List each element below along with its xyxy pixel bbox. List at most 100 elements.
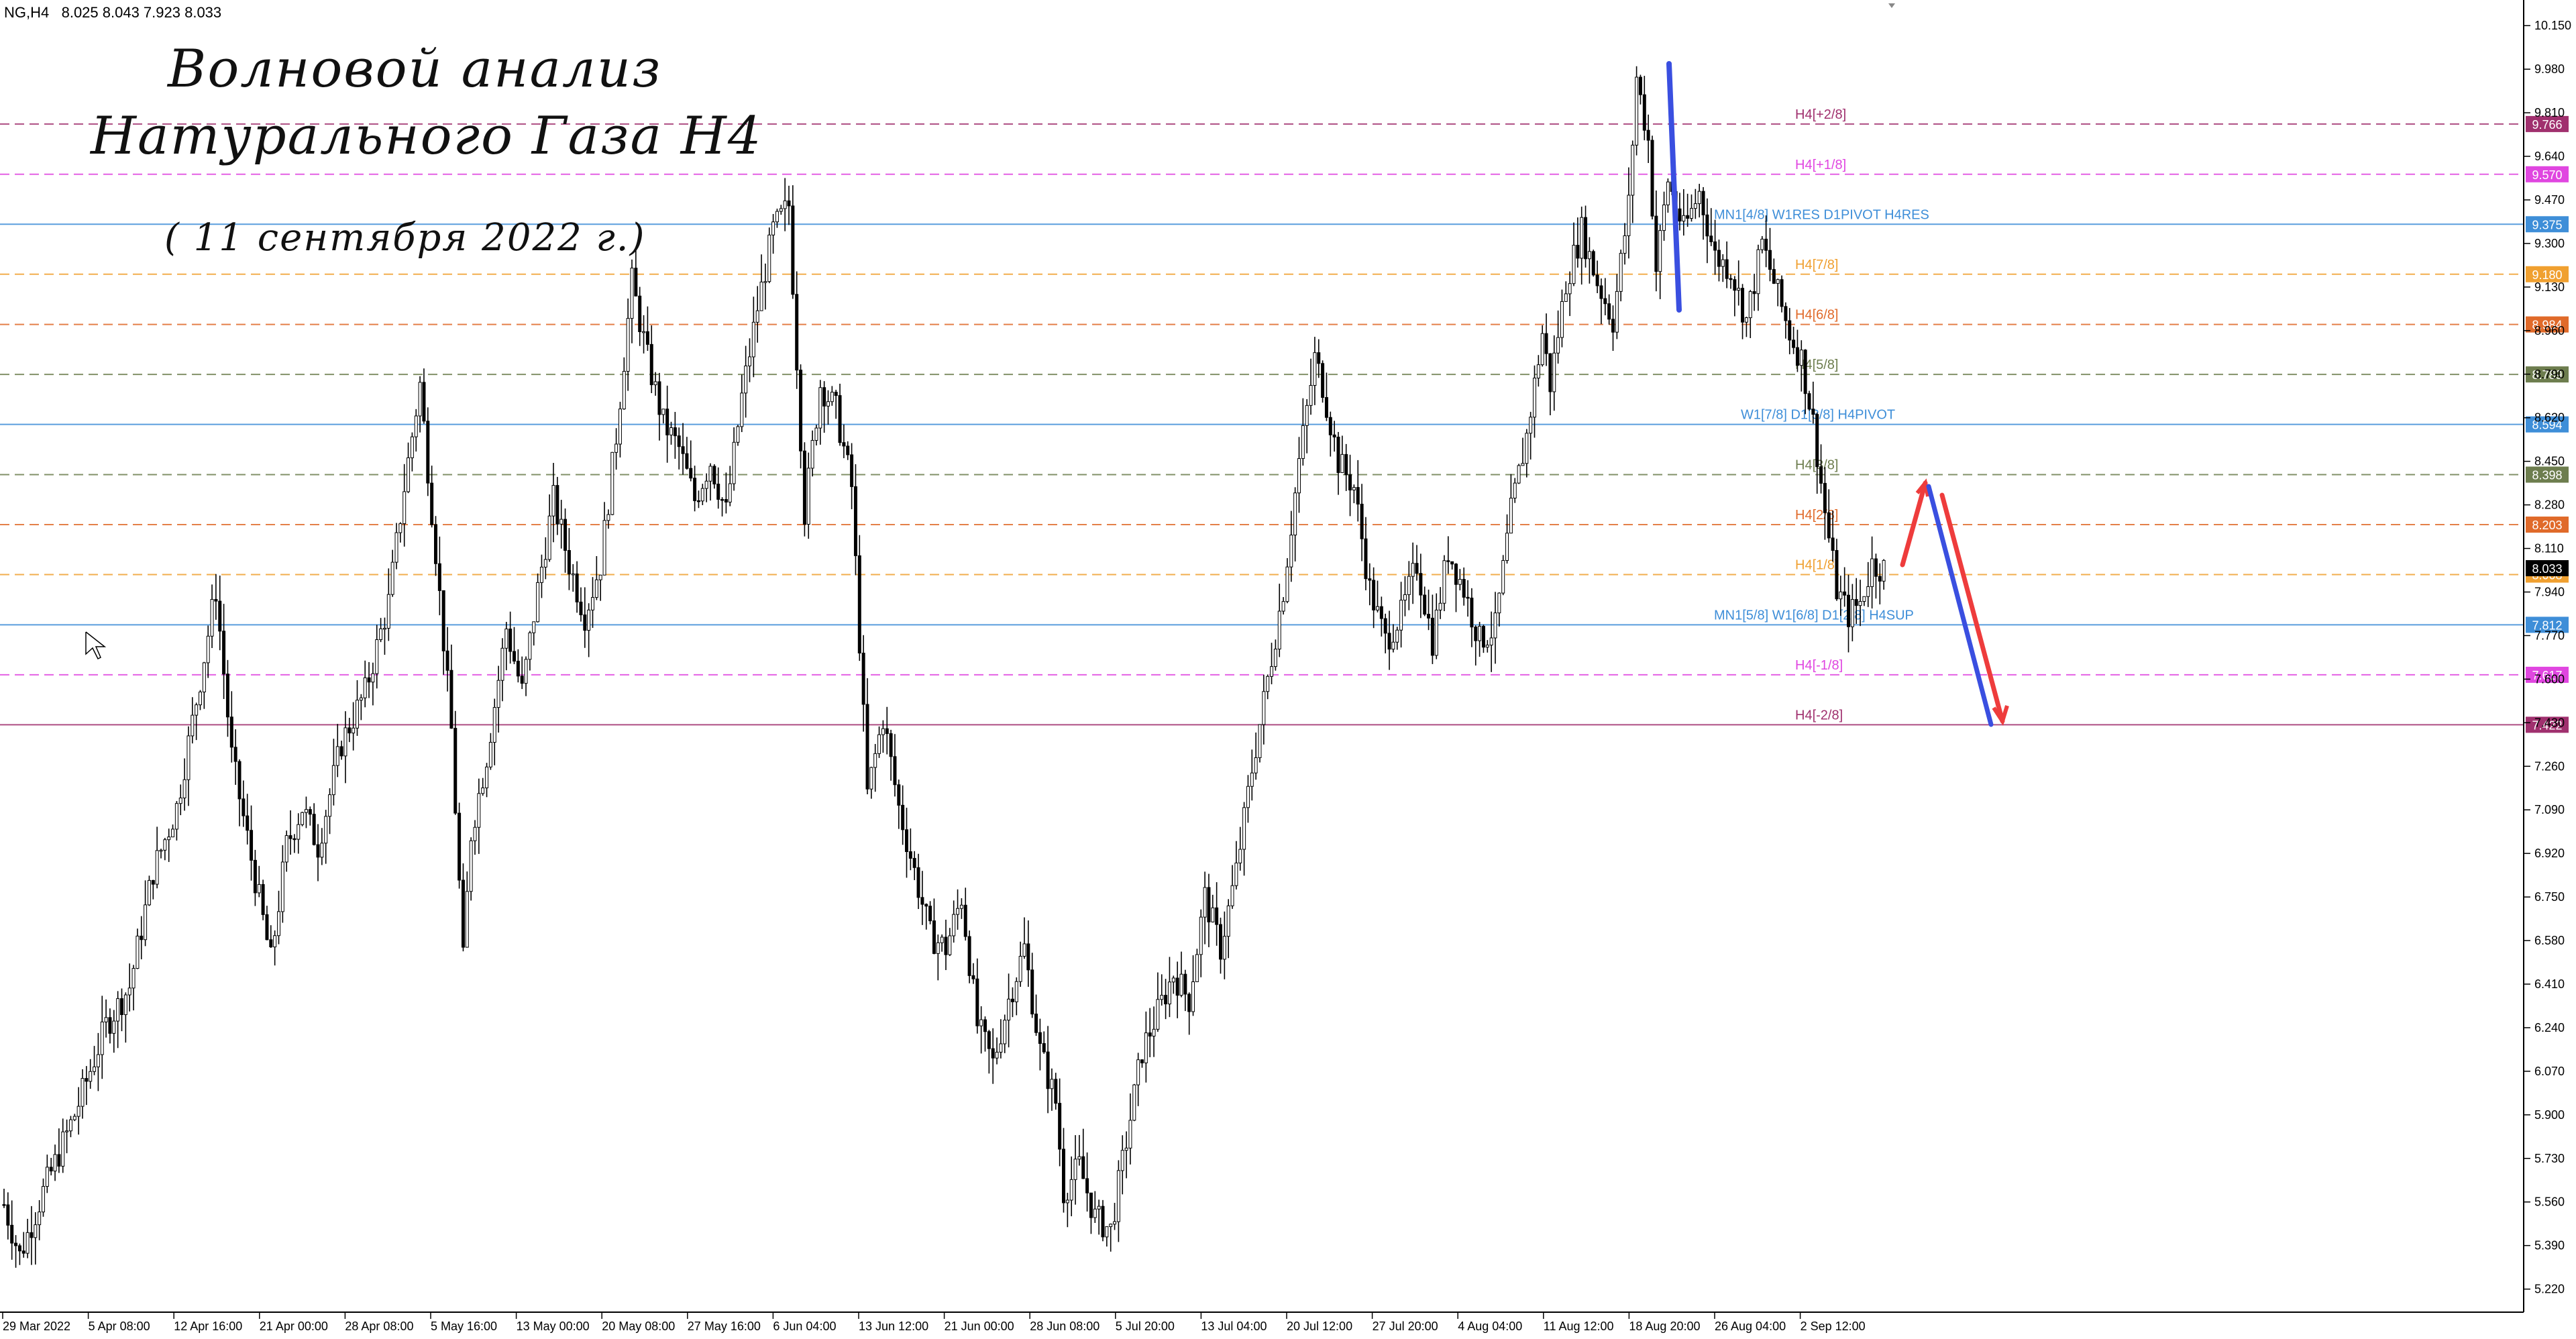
candle-body	[1372, 580, 1376, 610]
candle-body	[382, 627, 386, 630]
candle-body	[1383, 618, 1387, 634]
candle-body	[1144, 1032, 1148, 1063]
candle-body	[1599, 285, 1603, 299]
candle-body	[606, 514, 610, 521]
level-label: MN1[5/8] W1[6/8] D1[2/8] H4SUP	[1714, 608, 1914, 623]
candle-body	[233, 747, 237, 762]
candle-body	[1050, 1079, 1054, 1089]
candle-body	[280, 861, 284, 912]
candle-body	[458, 812, 462, 881]
candle-body	[488, 742, 492, 767]
candle-body	[1077, 1156, 1081, 1160]
candle-body	[1525, 433, 1529, 464]
candle-body	[1403, 594, 1407, 601]
candle-body	[1120, 1150, 1124, 1171]
candle-body	[822, 387, 826, 407]
candle-body	[453, 728, 458, 814]
overlay-title-line2: Натурального Газа H4	[91, 106, 763, 166]
candle-body	[1109, 1224, 1113, 1228]
candle-body	[1478, 626, 1482, 641]
candle-body	[402, 491, 407, 525]
candle-body	[755, 310, 759, 323]
level-price-tag-label: 9.375	[2532, 218, 2562, 231]
candle-body	[1536, 364, 1540, 379]
x-tick-label: 29 Mar 2022	[3, 1320, 70, 1333]
candle-body	[693, 478, 697, 501]
candle-body	[1701, 191, 1705, 215]
candle-body	[1219, 924, 1222, 960]
candle-body	[277, 911, 280, 936]
candle-body	[1611, 319, 1615, 333]
y-tick-label: 6.240	[2534, 1021, 2565, 1034]
candle-body	[1623, 235, 1627, 254]
candle-body	[68, 1119, 72, 1132]
candle-body	[626, 318, 630, 372]
candle-body	[1564, 293, 1568, 302]
candle-body	[1152, 1028, 1156, 1037]
candle-body	[983, 1019, 987, 1032]
candle-body	[1226, 905, 1230, 937]
candle-body	[1007, 998, 1011, 1021]
candle-body	[1533, 378, 1536, 418]
candle-body	[579, 601, 583, 616]
candle-body	[265, 914, 269, 941]
candle-body	[1799, 350, 1803, 366]
x-tick-label: 18 Aug 20:00	[1629, 1320, 1700, 1333]
candle-body	[1321, 363, 1325, 398]
candle-body	[437, 563, 441, 591]
candle-body	[407, 457, 411, 492]
candle-body	[1167, 981, 1171, 1005]
x-tick-label: 27 May 16:00	[688, 1320, 761, 1333]
candle-body	[799, 370, 803, 451]
candle-body	[42, 1186, 45, 1213]
candle-body	[638, 295, 642, 333]
candle-body	[1450, 561, 1454, 565]
candle-body	[1572, 245, 1576, 284]
candle-body	[830, 392, 834, 403]
candle-body	[167, 837, 171, 841]
candle-body	[936, 942, 940, 954]
candle-body	[1517, 465, 1521, 484]
candle-body	[999, 1043, 1003, 1053]
x-tick-label: 27 Jul 20:00	[1373, 1320, 1438, 1333]
symbol-header: NG,H4 8.025 8.043 7.923 8.033	[4, 4, 221, 21]
candle-body	[881, 728, 885, 735]
candle-body	[1544, 333, 1548, 354]
candle-body	[93, 1066, 97, 1072]
level-label: H4[1/8]	[1795, 558, 1838, 573]
candle-body	[1792, 339, 1796, 348]
candle-body	[1470, 597, 1474, 628]
candle-body	[1171, 977, 1175, 983]
candle-body	[1199, 916, 1203, 955]
y-tick-label: 9.130	[2534, 280, 2565, 294]
mouse-cursor-icon	[85, 631, 107, 660]
candle-body	[1026, 943, 1030, 971]
candle-body	[379, 628, 383, 640]
candle-body	[418, 382, 422, 417]
candle-body	[2, 1204, 6, 1206]
candle-body	[465, 891, 469, 948]
candle-body	[1116, 1170, 1120, 1222]
candle-body	[767, 234, 771, 282]
candle-body	[971, 975, 975, 979]
candle-body	[1430, 617, 1434, 656]
candle-body	[661, 409, 665, 415]
candle-body	[144, 904, 148, 941]
price-chart[interactable]: H4[+2/8] 9.766 H4[+1/8] 9.570 MN1[4/8] W1RES…	[0, 0, 2576, 1339]
candle-body	[1741, 288, 1745, 323]
candle-body	[873, 753, 877, 768]
candle-body	[1646, 129, 1650, 141]
candle-body	[1003, 1020, 1007, 1045]
candle-body	[1493, 612, 1497, 639]
candle-body	[1085, 1178, 1089, 1193]
y-tick-label: 6.410	[2534, 977, 2565, 991]
candle-body	[1364, 538, 1368, 580]
x-tick-label: 20 May 08:00	[602, 1320, 675, 1333]
candle-body	[1285, 566, 1289, 602]
candle-body	[645, 331, 649, 345]
candle-body	[1348, 474, 1352, 490]
candle-body	[25, 1232, 30, 1254]
candle-body	[163, 839, 167, 851]
candle-body	[1764, 238, 1768, 251]
candle-body	[159, 849, 163, 852]
